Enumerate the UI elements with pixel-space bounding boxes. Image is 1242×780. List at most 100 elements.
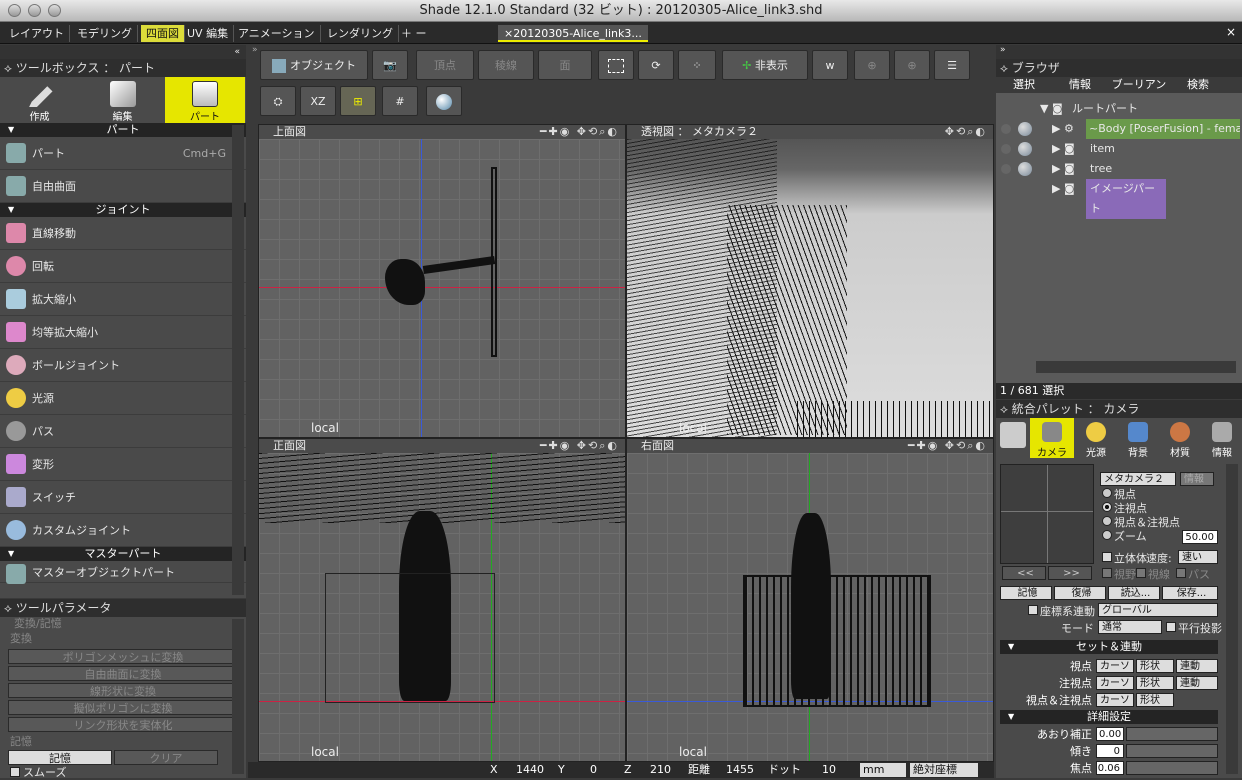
create-button[interactable]: 作成	[12, 77, 67, 123]
cursor-button-target[interactable]: カーソ	[1096, 676, 1134, 690]
coord-select[interactable]: グローバル	[1098, 603, 1218, 617]
radio-both[interactable]	[1102, 516, 1112, 526]
camera-preview[interactable]	[1000, 464, 1094, 564]
materialize-link-button[interactable]: リンク形状を実体化	[8, 717, 238, 732]
camera-name-select[interactable]: メタカメラ２	[1100, 472, 1176, 486]
tool-scale[interactable]: 拡大縮小	[0, 283, 246, 316]
close-doc-icon[interactable]: ×	[1226, 25, 1236, 39]
edit-button[interactable]: 編集	[95, 77, 150, 123]
list-button[interactable]: ☰	[934, 50, 970, 80]
camera-tool-button[interactable]: 📷	[372, 50, 408, 80]
local-label-front[interactable]: local	[311, 745, 339, 759]
xz-plane-button[interactable]: XZ	[300, 86, 336, 116]
viewport-right[interactable]: 右面図 ━✚◉ ✥⟲⌕◐ local	[626, 438, 994, 762]
tool-ball-joint[interactable]: ボールジョイント	[0, 349, 246, 382]
params-scrollbar[interactable]	[232, 619, 244, 774]
tree-root[interactable]: ▼ ◙ ルートパート	[996, 99, 1242, 119]
render-button[interactable]: ⛭	[260, 86, 296, 116]
tool-deform[interactable]: 変形	[0, 448, 246, 481]
part-mode-button[interactable]: パート	[165, 77, 245, 123]
tool-switch[interactable]: スイッチ	[0, 481, 246, 514]
local-label-right[interactable]: local	[679, 745, 707, 759]
tool-rotate[interactable]: 回転	[0, 250, 246, 283]
tree-body[interactable]: ▶ ⚙~Body [PoserFusion] - female-...	[996, 119, 1242, 139]
palette-menu-icon[interactable]	[1000, 422, 1026, 448]
link-button-target[interactable]: 連動	[1176, 676, 1218, 690]
tab-layout[interactable]: レイアウト	[4, 25, 70, 42]
expand-icon[interactable]: »	[996, 45, 1242, 59]
save-button[interactable]: 保存...	[1162, 586, 1218, 600]
ball-icon-tree[interactable]	[1018, 162, 1032, 176]
section-detail[interactable]: 詳細設定	[1000, 710, 1218, 724]
parallel-checkbox[interactable]	[1166, 622, 1176, 632]
close-window-button[interactable]	[8, 4, 21, 17]
tab-search[interactable]: 検索	[1170, 77, 1226, 93]
tool-custom-joint[interactable]: カスタムジョイント	[0, 514, 246, 547]
target2-button[interactable]: ⊕	[894, 50, 930, 80]
tab-material[interactable]: 材質	[1158, 418, 1202, 459]
tab-add-remove[interactable]: ＋ ー	[396, 25, 432, 42]
convert-line-button[interactable]: 線形状に変換	[8, 683, 238, 698]
view-field-checkbox[interactable]	[1102, 568, 1112, 578]
tree-item[interactable]: ▶ ◙ item	[996, 139, 1242, 159]
tilt-slider[interactable]	[1126, 744, 1218, 758]
shading-button[interactable]	[426, 86, 462, 116]
object-mode-button[interactable]: オブジェクト	[260, 50, 368, 80]
memory-cam-button[interactable]: 記憶	[1000, 586, 1052, 600]
shape-button[interactable]: 形状	[1136, 659, 1174, 673]
tilt-correction-slider[interactable]	[1126, 727, 1218, 741]
cursor-button-both[interactable]: カーソ	[1096, 693, 1134, 707]
camera-info-button[interactable]: 情報	[1180, 472, 1214, 486]
load-button[interactable]: 読込...	[1108, 586, 1160, 600]
view-controls-front[interactable]: ━✚◉ ✥⟲⌕◐	[540, 439, 619, 453]
world-tool-button[interactable]: w	[812, 50, 848, 80]
tab-boolean[interactable]: ブーリアン	[1108, 77, 1170, 93]
tab-animation[interactable]: アニメーション	[233, 25, 321, 42]
zoom-window-button[interactable]	[48, 4, 61, 17]
eye-icon[interactable]	[1001, 124, 1011, 134]
clear-button[interactable]: クリア	[114, 750, 218, 765]
tool-part[interactable]: パート Cmd+G	[0, 137, 246, 170]
nav-prev-button[interactable]: <<	[1002, 566, 1046, 580]
focus-field[interactable]: 0.06	[1096, 761, 1124, 775]
viewport-top[interactable]: 上面図 ━✚◉ ✥⟲⌕◐ local	[258, 124, 626, 438]
vertex-mode-button[interactable]: 頂点	[416, 50, 474, 80]
convert-pseudo-polygon-button[interactable]: 擬似ポリゴンに変換	[8, 700, 238, 715]
memory-button[interactable]: 記憶	[8, 750, 112, 765]
section-set-sync[interactable]: セット＆連動	[1000, 640, 1218, 654]
collapse-icon[interactable]: «	[0, 45, 246, 59]
section-joint[interactable]: ジョイント	[0, 203, 246, 217]
section-part[interactable]: パート	[0, 123, 246, 137]
shape-button-both[interactable]: 形状	[1136, 693, 1174, 707]
tab-rendering[interactable]: レンダリング	[322, 25, 399, 42]
face-mode-button[interactable]: 面	[538, 50, 592, 80]
eye-icon-tree[interactable]	[1001, 164, 1011, 174]
minimize-window-button[interactable]	[28, 4, 41, 17]
group-convert-memory[interactable]: 変換/記憶	[0, 617, 246, 631]
viewport-front[interactable]: 正面図 ━✚◉ ✥⟲⌕◐ local	[258, 438, 626, 762]
radio-viewpoint[interactable]	[1102, 488, 1112, 498]
local-label[interactable]: local	[311, 421, 339, 435]
view-controls[interactable]: ━✚◉ ✥⟲⌕◐	[540, 125, 619, 139]
smooth-checkbox[interactable]	[10, 767, 20, 777]
tab-four-view[interactable]: 四面図	[141, 25, 185, 42]
document-tab[interactable]: ×20120305-Alice_link3...	[498, 25, 648, 42]
toolbox-scrollbar[interactable]	[232, 125, 244, 595]
local-label-perspective[interactable]: local	[679, 421, 707, 435]
tab-uv-edit[interactable]: UV 編集	[182, 25, 235, 42]
collapse-icon-center[interactable]: »	[252, 45, 260, 55]
eye-icon-item[interactable]	[1001, 144, 1011, 154]
tool-master-object-part[interactable]: マスターオブジェクトパート	[0, 561, 246, 584]
marquee-select-button[interactable]	[598, 50, 634, 80]
cursor-button[interactable]: カーソ	[1096, 659, 1134, 673]
section-master-part[interactable]: マスターパート	[0, 547, 246, 561]
restore-button[interactable]: 復帰	[1054, 586, 1106, 600]
focus-slider[interactable]	[1126, 761, 1218, 775]
shape-button-target[interactable]: 形状	[1136, 676, 1174, 690]
browser-hscroll[interactable]	[1036, 361, 1236, 373]
path-checkbox[interactable]	[1176, 568, 1186, 578]
hide-button[interactable]: ✢ 非表示	[722, 50, 808, 80]
tree-tree[interactable]: ▶ ◙ tree	[996, 159, 1242, 179]
tab-info-palette[interactable]: 情報	[1200, 418, 1242, 459]
tilt-correction-field[interactable]: 0.00	[1096, 727, 1124, 741]
